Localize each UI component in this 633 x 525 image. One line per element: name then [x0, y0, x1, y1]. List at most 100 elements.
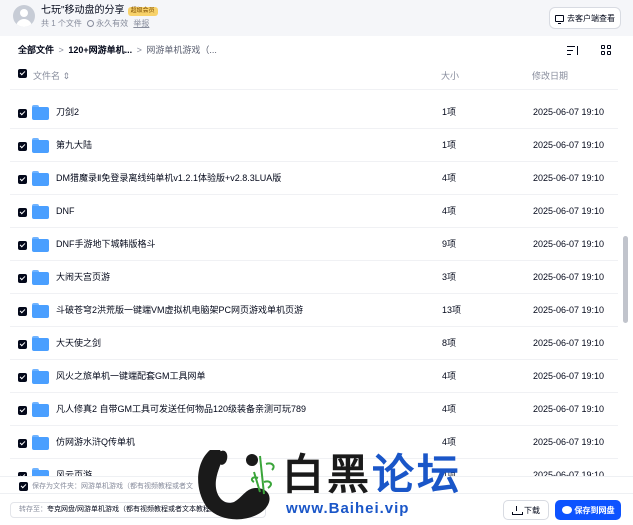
table-row[interactable]: [10, 82, 618, 90]
file-date: 2025-06-07 19:10: [533, 206, 605, 216]
cloud-icon: [561, 506, 572, 514]
scrollbar-thumb[interactable]: [623, 236, 628, 323]
breadcrumb-root[interactable]: 全部文件: [18, 45, 54, 55]
file-name[interactable]: 仿网游水浒Q传单机: [56, 437, 135, 448]
file-date: 2025-06-07 19:10: [533, 338, 605, 348]
row-checkbox[interactable]: [18, 373, 27, 382]
breadcrumb-level1[interactable]: 120+网游单机...: [68, 45, 132, 55]
table-row[interactable]: DM猎魔录Ⅱ免登录离线纯单机v1.2.1体验版+v2.8.3LUA版 4项 2025…: [10, 162, 618, 195]
row-checkbox[interactable]: [18, 175, 27, 184]
file-date: 2025-06-07 19:10: [533, 140, 605, 150]
avatar[interactable]: [13, 5, 35, 27]
table-row[interactable]: 大闹天宫页游 3项 2025-06-07 19:10: [10, 261, 618, 294]
download-label: 下载: [524, 505, 540, 515]
file-size: 3项: [442, 272, 457, 282]
file-size: 4项: [442, 173, 457, 183]
file-name[interactable]: 风火之旅单机一键端配套GM工具网单: [56, 371, 206, 382]
download-button[interactable]: 下载: [503, 500, 549, 520]
folder-icon: [32, 237, 49, 252]
column-header: 文件名 ⇕ 大小 修改日期: [0, 66, 633, 82]
select-all-checkbox[interactable]: [18, 69, 27, 78]
file-name[interactable]: DM猎魔录Ⅱ免登录离线纯单机v1.2.1体验版+v2.8.3LUA版: [56, 173, 281, 184]
table-row[interactable]: 风火之旅单机一键端配套GM工具网单 4项 2025-06-07 19:10: [10, 360, 618, 393]
breadcrumb-separator: >: [58, 45, 64, 55]
table-row[interactable]: 第九大陆 1项 2025-06-07 19:10: [10, 129, 618, 162]
row-checkbox[interactable]: [18, 307, 27, 316]
file-name[interactable]: 凡人修真2 自带GM工具可发送任何物品120级装备亲测可玩789: [56, 404, 306, 415]
table-row[interactable]: 凡人修真2 自带GM工具可发送任何物品120级装备亲测可玩789 4项 2025-0…: [10, 393, 618, 426]
grid-view-icon[interactable]: [601, 45, 611, 55]
file-size: 4项: [442, 437, 457, 447]
save-to-label: 转存至：: [19, 506, 47, 513]
share-title-text: 七玩"移动盘的分享: [41, 5, 125, 16]
row-checkbox[interactable]: [18, 142, 27, 151]
file-date: 2025-06-07 19:10: [533, 437, 605, 447]
folder-icon: [32, 303, 49, 318]
download-icon: [512, 506, 523, 515]
scrollbar[interactable]: [623, 82, 628, 474]
folder-icon: [32, 138, 49, 153]
file-size: 1项: [442, 107, 457, 117]
file-name[interactable]: DNF手游地下城韩版格斗: [56, 239, 156, 250]
save-to-drive-label: 保存到网盘: [574, 505, 615, 515]
save-as-folder-label: 保存为文件夹：网游单机游戏（都有视频教程或者文: [32, 483, 193, 490]
watermark: 白黑论坛 www.Baihei.vip: [190, 436, 459, 525]
save-to-drive-button[interactable]: 保存到网盘: [555, 500, 621, 520]
file-date: 2025-06-07 19:10: [533, 371, 605, 381]
column-date: 修改日期: [532, 71, 569, 81]
table-row[interactable]: 斗破苍穹2洪荒版一键端VM虚拟机电脑架PC网页游戏单机页游 13项 2025-06-…: [10, 294, 618, 327]
table-row[interactable]: 大天使之剑 8项 2025-06-07 19:10: [10, 327, 618, 360]
file-name[interactable]: 第九大陆: [56, 140, 92, 151]
breadcrumb-separator: >: [136, 45, 142, 55]
column-name[interactable]: 文件名 ⇕: [33, 69, 70, 82]
folder-icon: [32, 270, 49, 285]
file-date: 2025-06-07 19:10: [533, 404, 605, 414]
folder-icon: [32, 369, 49, 384]
row-checkbox[interactable]: [18, 340, 27, 349]
file-date: 2025-06-07 19:10: [533, 305, 605, 315]
folder-icon: [32, 468, 49, 476]
folder-icon: [32, 336, 49, 351]
share-title: 七玩"移动盘的分享 超级会员: [41, 5, 158, 17]
file-size: 9项: [442, 239, 457, 249]
file-list: 刀剑2 1项 2025-06-07 19:10 第九大陆 1项 2025-06-07 19…: [10, 82, 618, 476]
share-header: 七玩"移动盘的分享 超级会员 共 1 个文件 永久有效 举报 去客户端查看: [0, 0, 633, 36]
file-name[interactable]: 斗破苍穹2洪荒版一键端VM虚拟机电脑架PC网页游戏单机页游: [56, 305, 303, 316]
row-checkbox[interactable]: [18, 109, 27, 118]
share-meta: 共 1 个文件 永久有效 举报: [41, 19, 152, 29]
open-in-client-button[interactable]: 去客户端查看: [549, 7, 621, 29]
file-date: 2025-06-07 19:10: [533, 173, 605, 183]
monitor-icon: [555, 14, 564, 24]
folder-icon: [32, 402, 49, 417]
file-name[interactable]: 大天使之剑: [56, 338, 101, 349]
save-as-folder-checkbox[interactable]: [19, 482, 28, 491]
file-size: 1项: [442, 140, 457, 150]
file-name[interactable]: DNF: [56, 206, 75, 217]
file-size: 8项: [442, 338, 457, 348]
file-date: 2025-06-07 19:10: [533, 107, 605, 117]
report-link[interactable]: 举报: [133, 19, 149, 28]
breadcrumb: 全部文件 > 120+网游单机... > 网游单机游戏（...: [18, 45, 217, 56]
row-checkbox[interactable]: [18, 406, 27, 415]
file-size: 4项: [442, 371, 457, 381]
table-row[interactable]: 刀剑2 1项 2025-06-07 19:10: [10, 96, 618, 129]
breadcrumb-current: 网游单机游戏（...: [146, 45, 217, 55]
file-name[interactable]: 大闹天宫页游: [56, 272, 110, 283]
folder-icon: [32, 105, 49, 120]
column-size: 大小: [441, 71, 460, 81]
file-size: 13项: [442, 305, 462, 315]
file-count: 共 1 个文件: [41, 19, 82, 28]
validity: 永久有效: [96, 19, 129, 28]
folder-icon: [32, 435, 49, 450]
vip-badge: 超级会员: [127, 7, 158, 16]
table-row[interactable]: DNF手游地下城韩版格斗 9项 2025-06-07 19:10: [10, 228, 618, 261]
watermark-url: www.Baihei.vip: [286, 500, 410, 517]
watermark-logo: [198, 450, 275, 520]
row-checkbox[interactable]: [18, 439, 27, 448]
table-row[interactable]: DNF 4项 2025-06-07 19:10: [10, 195, 618, 228]
row-checkbox[interactable]: [18, 274, 27, 283]
row-checkbox[interactable]: [18, 241, 27, 250]
row-checkbox[interactable]: [18, 208, 27, 217]
sort-icon[interactable]: [567, 45, 579, 55]
file-name[interactable]: 刀剑2: [56, 107, 79, 118]
